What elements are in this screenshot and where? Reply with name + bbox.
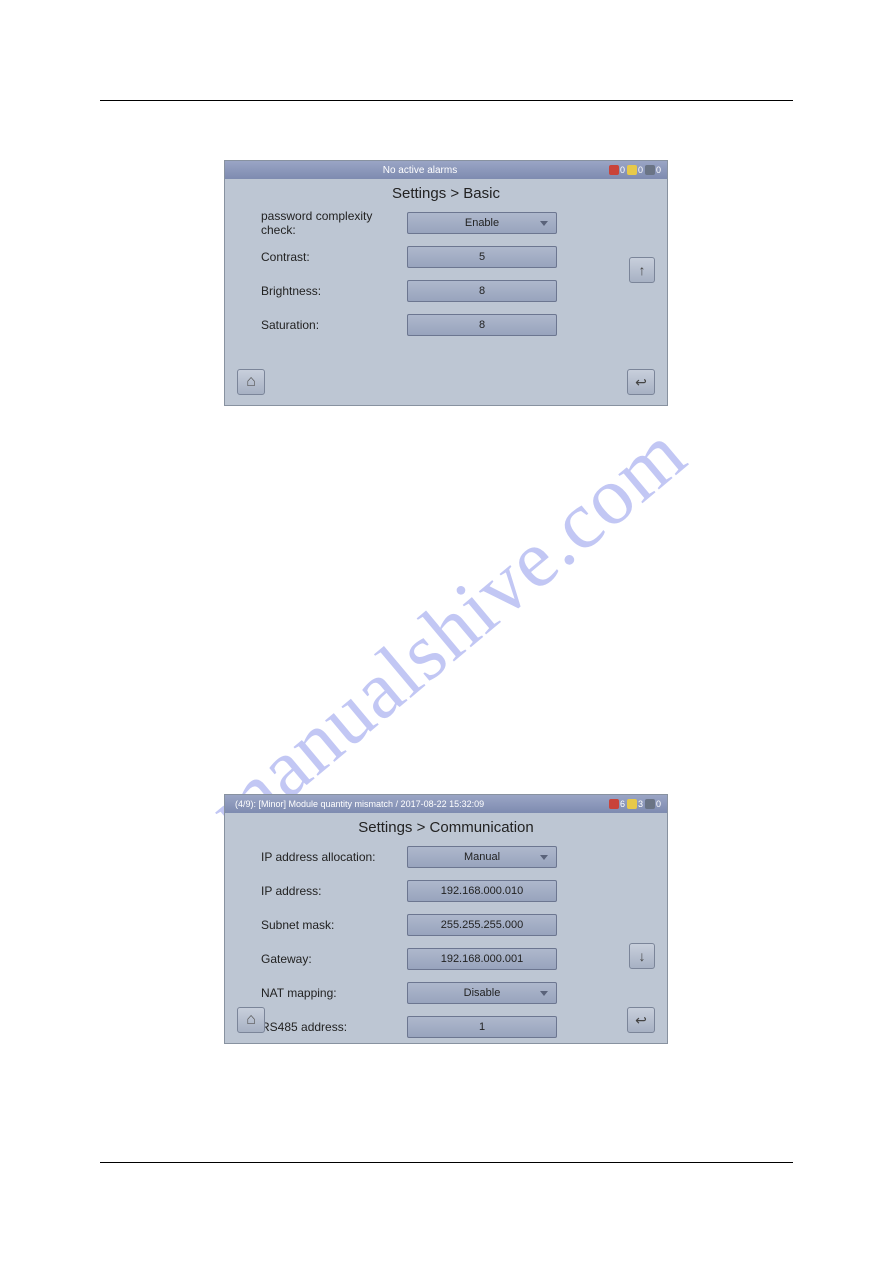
label-ip-allocation: IP address allocation: [237, 850, 407, 864]
label-nat-mapping: NAT mapping: [237, 986, 407, 1000]
horizontal-rule-bottom [100, 1162, 793, 1163]
input-subnet-mask[interactable]: 255.255.255.000 [407, 914, 557, 936]
watermark-text: manualshive.com [190, 406, 703, 858]
back-icon [635, 1012, 647, 1029]
dropdown-nat-mapping[interactable]: Disable [407, 982, 557, 1004]
back-icon [635, 374, 647, 391]
back-button[interactable] [627, 369, 655, 395]
input-ip-address[interactable]: 192.168.000.010 [407, 880, 557, 902]
arrow-down-icon [639, 948, 646, 964]
status-badges: 0 0 0 [609, 165, 661, 175]
alarm-yellow-icon [627, 165, 637, 175]
row-ip-address: IP address: 192.168.000.010 [225, 874, 667, 908]
scroll-up-button[interactable] [629, 257, 655, 283]
page-title: Settings > Basic [225, 179, 667, 206]
row-password-complexity: password complexity check: Enable [225, 206, 667, 240]
row-gateway: Gateway: 192.168.000.001 [225, 942, 667, 976]
label-ip-address: IP address: [237, 884, 407, 898]
back-button[interactable] [627, 1007, 655, 1033]
row-contrast: Contrast: 5 [225, 240, 667, 274]
row-brightness: Brightness: 8 [225, 274, 667, 308]
screenshot-settings-basic: No active alarms 0 0 0 Settings > Basic … [224, 160, 668, 406]
arrow-up-icon [639, 262, 646, 278]
label-saturation: Saturation: [237, 318, 407, 332]
status-bar: No active alarms 0 0 0 [225, 161, 667, 179]
home-icon [246, 373, 256, 391]
status-text: (4/9): [Minor] Module quantity mismatch … [231, 799, 609, 809]
alarm-gray-icon [645, 799, 655, 809]
row-ip-allocation: IP address allocation: Manual [225, 840, 667, 874]
badge-red-count: 6 [620, 799, 625, 809]
status-badges: 6 3 0 [609, 799, 661, 809]
dropdown-ip-allocation[interactable]: Manual [407, 846, 557, 868]
bottom-bar [225, 1007, 667, 1037]
row-nat-mapping: NAT mapping: Disable [225, 976, 667, 1010]
horizontal-rule-top [100, 100, 793, 101]
badge-gray-count: 0 [656, 165, 661, 175]
input-gateway[interactable]: 192.168.000.001 [407, 948, 557, 970]
home-button[interactable] [237, 1007, 265, 1033]
alarm-red-icon [609, 165, 619, 175]
alarm-gray-icon [645, 165, 655, 175]
label-password-complexity: password complexity check: [237, 209, 407, 237]
status-text: No active alarms [231, 165, 609, 176]
label-brightness: Brightness: [237, 284, 407, 298]
row-saturation: Saturation: 8 [225, 308, 667, 342]
badge-red-count: 0 [620, 165, 625, 175]
alarm-red-icon [609, 799, 619, 809]
badge-gray-count: 0 [656, 799, 661, 809]
badge-yellow-count: 0 [638, 165, 643, 175]
scroll-down-button[interactable] [629, 943, 655, 969]
row-subnet-mask: Subnet mask: 255.255.255.000 [225, 908, 667, 942]
badge-yellow-count: 3 [638, 799, 643, 809]
bottom-bar [225, 369, 667, 399]
page-title: Settings > Communication [225, 813, 667, 840]
label-gateway: Gateway: [237, 952, 407, 966]
input-contrast[interactable]: 5 [407, 246, 557, 268]
dropdown-password-complexity[interactable]: Enable [407, 212, 557, 234]
home-icon [246, 1011, 256, 1029]
input-saturation[interactable]: 8 [407, 314, 557, 336]
label-contrast: Contrast: [237, 250, 407, 264]
alarm-yellow-icon [627, 799, 637, 809]
input-brightness[interactable]: 8 [407, 280, 557, 302]
screenshot-settings-communication: (4/9): [Minor] Module quantity mismatch … [224, 794, 668, 1044]
label-subnet-mask: Subnet mask: [237, 918, 407, 932]
home-button[interactable] [237, 369, 265, 395]
status-bar: (4/9): [Minor] Module quantity mismatch … [225, 795, 667, 813]
